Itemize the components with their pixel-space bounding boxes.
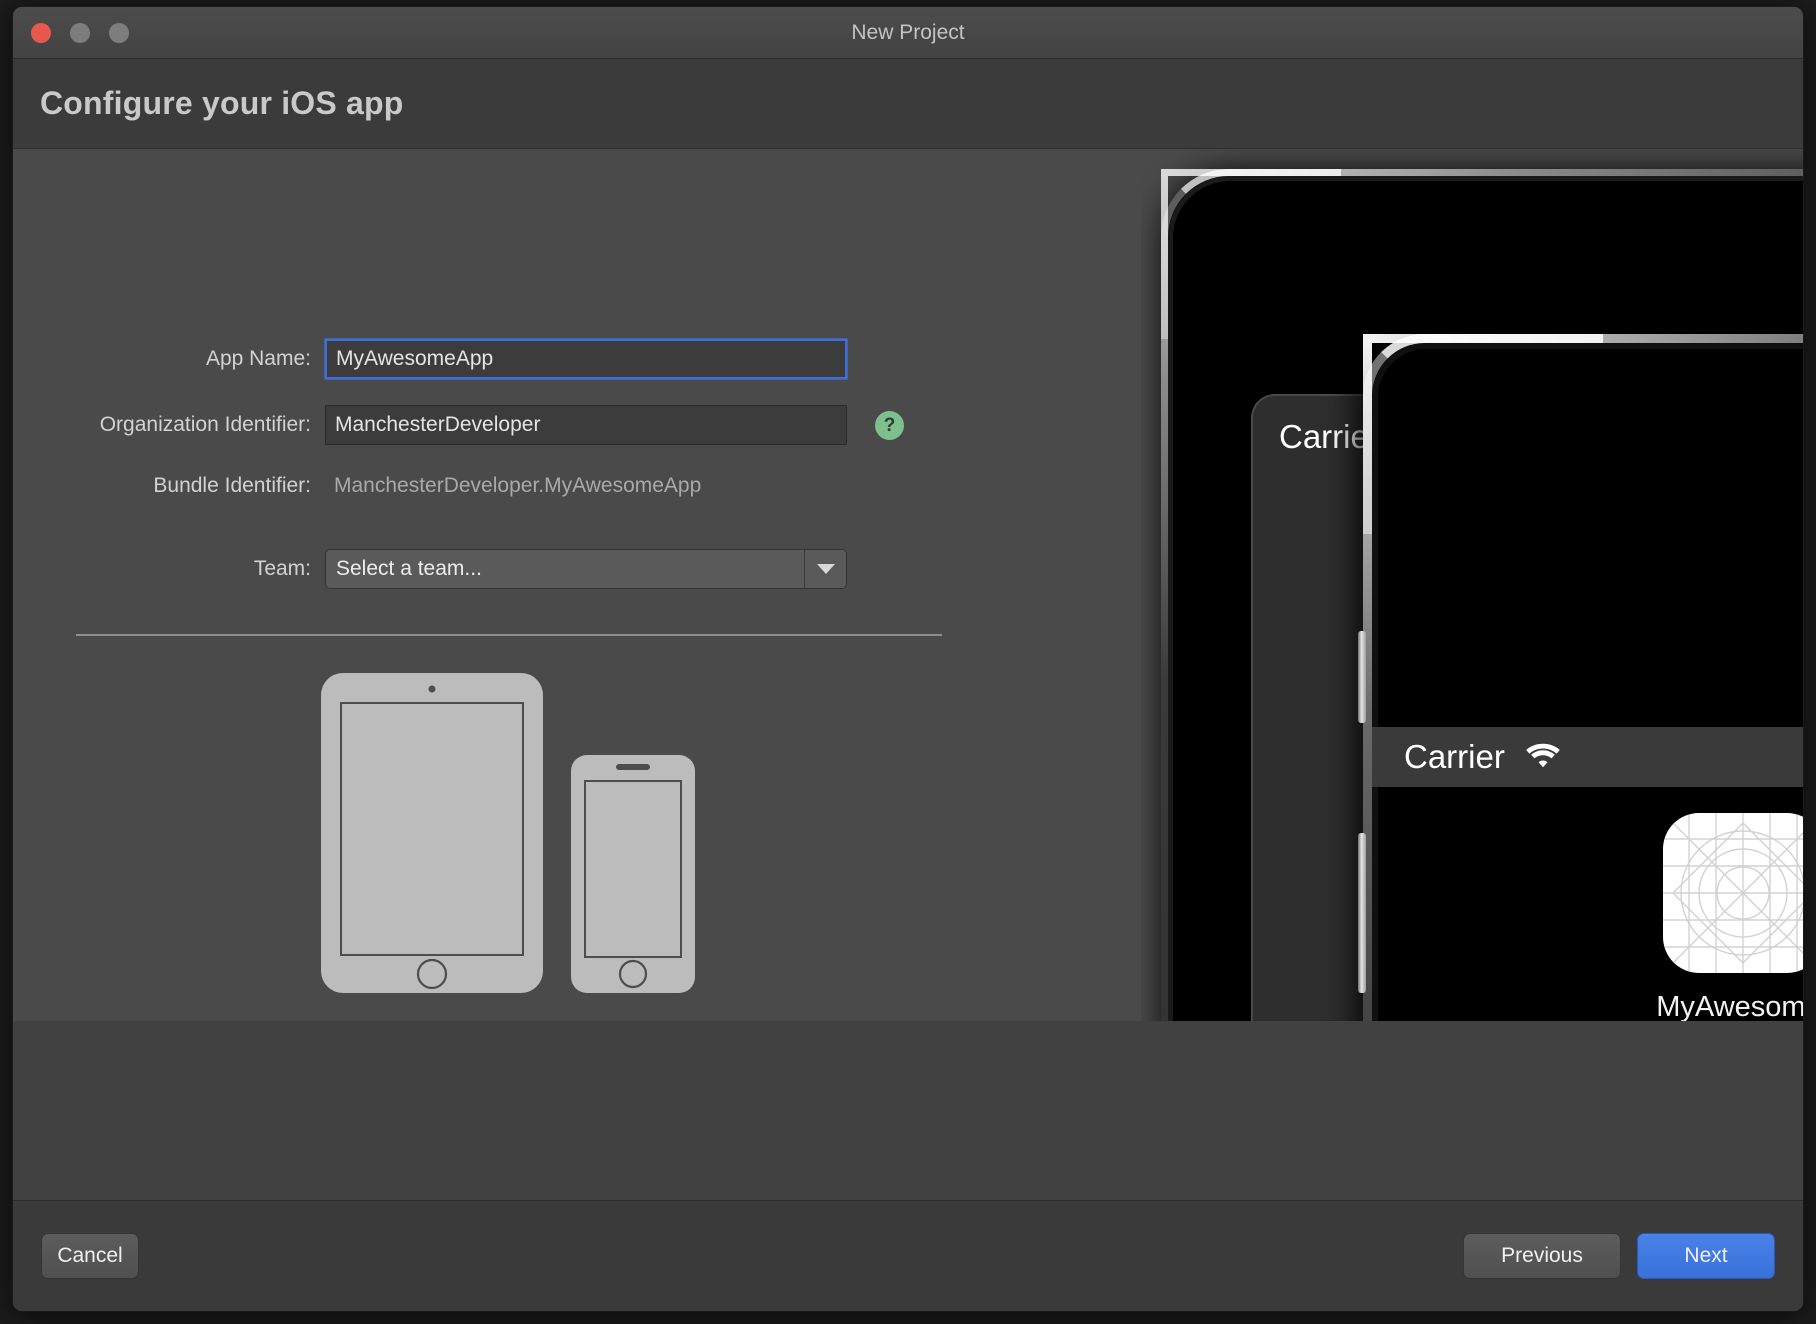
help-icon[interactable]: ? [875, 410, 904, 440]
device-preview-pane: Carrie Carrier MyAwesom [1141, 149, 1803, 1021]
preview-status-bar: Carrier [1372, 727, 1803, 787]
app-icon-group: MyAwesom... [1372, 813, 1803, 1021]
preview-device-front-screen: Carrier MyAwesom [1372, 343, 1803, 1021]
page-title: Configure your iOS app [40, 85, 404, 121]
app-name-label: App Name: [205, 347, 311, 370]
traffic-light-group [31, 23, 129, 43]
organization-identifier-label: Organization Identifier: [99, 413, 311, 436]
chevron-down-icon [804, 550, 846, 588]
dialog-footer: Cancel Previous Next [13, 1200, 1803, 1311]
app-icon[interactable] [1663, 813, 1803, 973]
app-icon-label: MyAwesom... [1656, 991, 1803, 1021]
bundle-identifier-label: Bundle Identifier: [153, 474, 311, 497]
dialog-body: Carrie Carrier MyAwesom App Name: MyAwes… [13, 149, 1803, 1021]
organization-identifier-row: Organization Identifier: ManchesterDevel… [55, 405, 904, 445]
volume-up-button [1358, 833, 1366, 993]
team-label: Team: [253, 557, 311, 580]
team-select[interactable]: Select a team... [325, 549, 847, 589]
previous-button[interactable]: Previous [1463, 1233, 1621, 1279]
organization-identifier-input[interactable]: ManchesterDeveloper [325, 405, 847, 445]
new-project-window: New Project Configure your iOS app Carri… [12, 6, 1804, 1312]
window-title: New Project [851, 21, 965, 44]
close-window-button[interactable] [31, 23, 51, 43]
ipad-illustration [321, 673, 543, 993]
section-divider-top [76, 634, 942, 636]
maximize-window-button[interactable] [109, 23, 129, 43]
minimize-window-button[interactable] [70, 23, 90, 43]
bundle-identifier-row: Bundle Identifier: ManchesterDeveloper.M… [55, 474, 701, 498]
next-button[interactable]: Next [1637, 1233, 1775, 1279]
team-row: Team: Select a team... [55, 549, 847, 589]
cancel-button[interactable]: Cancel [41, 1233, 139, 1279]
preview-device-front: Carrier MyAwesom [1358, 334, 1803, 1021]
window-titlebar[interactable]: New Project [13, 7, 1803, 59]
wifi-icon [1523, 740, 1563, 775]
preview-device-mid-carrier-label: Carrie [1279, 418, 1369, 455]
iphone-illustration [571, 755, 695, 993]
device-illustrations [313, 665, 733, 1000]
dialog-header: Configure your iOS app [13, 59, 1803, 149]
team-select-value: Select a team... [336, 557, 482, 580]
app-name-input[interactable]: MyAwesomeApp [325, 339, 847, 379]
configuration-form: App Name: MyAwesomeApp Organization Iden… [13, 149, 1141, 1021]
silent-switch-button [1358, 631, 1366, 723]
preview-carrier-label: Carrier [1404, 738, 1505, 775]
app-name-row: App Name: MyAwesomeApp [55, 339, 847, 379]
bundle-identifier-value: ManchesterDeveloper.MyAwesomeApp [334, 474, 702, 497]
